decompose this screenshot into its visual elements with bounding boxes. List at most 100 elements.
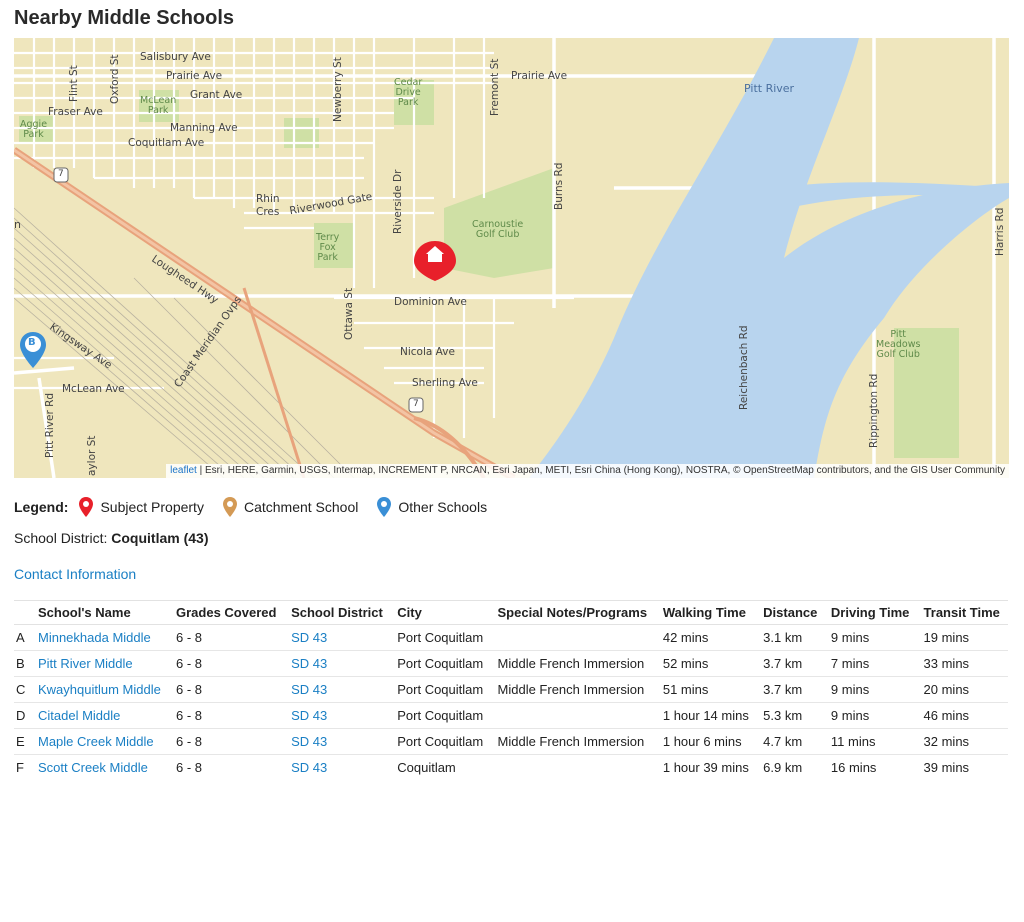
legend-subject-label: Subject Property [100,499,204,515]
city: Port Coquitlam [391,624,492,651]
row-index: A [14,624,32,651]
map-label-street: Burns Rd [553,162,565,210]
map-label-street: Rhin [256,193,280,205]
map-label-street: Flint St [68,65,80,102]
walking-time: 42 mins [656,624,758,651]
map-label-street: Fraser Ave [48,106,103,118]
school-name-link[interactable]: Kwayhquitlum Middle [32,676,170,703]
table-row: F Scott Creek Middle 6 - 8 SD 43 Coquitlam 1 … [14,755,1008,781]
map-label-street: Riverside Dr [392,169,404,234]
map-label-street: Oxford St [109,54,121,104]
map-label-highway: 7 [413,399,419,409]
distance: 4.7 km [757,728,825,755]
other-school-marker-icon [377,497,392,517]
row-index: E [14,728,32,755]
map-label-street: Dominion Ave [394,296,467,308]
map-label-street: Manning Ave [170,122,238,134]
map-label-street: n [14,218,21,231]
transit-time: 46 mins [917,702,1008,729]
map-label-street: Coquitlam Ave [128,137,205,149]
walking-time: 52 mins [656,650,758,677]
school-marker-b-label[interactable]: B [28,337,36,348]
walking-time: 1 hour 14 mins [656,702,758,729]
transit-time: 32 mins [917,728,1008,755]
col-school-name: School's Name [32,600,170,625]
col-walking: Walking Time [656,600,758,625]
transit-time: 33 mins [917,650,1008,677]
school-name-link[interactable]: Minnekhada Middle [32,624,170,651]
map-label-street: Reichenbach Rd [738,325,750,410]
page: Nearby Middle Schools Salisbury Ave Prai… [0,0,1024,781]
special-notes [491,624,657,651]
grades-covered: 6 - 8 [170,728,286,755]
col-city: City [391,600,492,625]
schools-table: School's Name Grades Covered School Dist… [14,600,1008,781]
map-label-street: Prairie Ave [166,70,223,82]
school-district-link[interactable]: SD 43 [285,702,392,729]
col-notes: Special Notes/Programs [491,600,657,625]
attribution-text: | Esri, HERE, Garmin, USGS, Intermap, IN… [196,465,1005,476]
school-name-link[interactable]: Scott Creek Middle [32,755,170,781]
map-label-street: Salisbury Ave [140,51,211,63]
school-district-link[interactable]: SD 43 [285,624,392,651]
driving-time: 9 mins [824,624,918,651]
table-row: C Kwayhquitlum Middle 6 - 8 SD 43 Port Coqui… [14,676,1008,703]
grades-covered: 6 - 8 [170,676,286,703]
map-label-park: Cedar Drive Park [394,77,423,108]
grades-covered: 6 - 8 [170,650,286,677]
school-name-link[interactable]: Maple Creek Middle [32,728,170,755]
map-label-park: Aggie Park [20,119,48,140]
school-name-link[interactable]: Citadel Middle [32,702,170,729]
table-row: D Citadel Middle 6 - 8 SD 43 Port Coquitlam 1… [14,702,1008,729]
map-label-park: Terry Fox Park [316,232,340,263]
grades-covered: 6 - 8 [176,760,203,776]
map-label-street: Ottawa St [343,287,355,340]
map-label-park: Carnoustie Golf Club [472,219,524,240]
map[interactable]: Salisbury Ave Prairie Ave Prairie Ave Gr… [14,38,1009,478]
school-district-link[interactable]: SD 43 [285,650,392,677]
leaflet-link[interactable]: leaflet [170,465,197,476]
map-label-water: Pitt River [744,82,795,95]
special-notes: Middle French Immersion [491,650,657,677]
map-label-street: Harris Rd [994,207,1006,256]
table-row: A Minnekhada Middle 6 - 8 SD 43 Port Coquitl… [14,624,1008,651]
school-district-link[interactable]: SD 43 [285,728,392,755]
distance: 6.9 km [763,760,803,776]
driving-time: 7 mins [824,650,918,677]
city: Port Coquitlam [391,650,492,677]
map-label-street: Sherling Ave [412,377,478,389]
driving-time: 9 mins [824,702,918,729]
city: Port Coquitlam [391,702,492,729]
map-label-street: Pitt River Rd [44,392,56,458]
special-notes [492,755,657,781]
legend-other-label: Other Schools [398,499,488,515]
school-district-link[interactable]: SD 43 [285,755,391,781]
col-grades: Grades Covered [170,600,286,625]
legend: Legend: Subject Property Catchment Schoo… [14,496,1010,518]
map-label-street: aylor St [86,435,98,476]
col-driving: Driving Time [824,600,918,625]
map-label-street: Prairie Ave [511,70,568,82]
walking-time: 1 hour 39 mins [662,760,749,776]
special-notes: Middle French Immersion [491,676,657,703]
transit-time: 19 mins [917,624,1008,651]
driving-time: 11 mins [824,728,918,755]
transit-time: 39 mins [923,760,970,776]
row-index: F [16,760,24,776]
school-district-link[interactable]: SD 43 [285,676,392,703]
legend-item-other: Other Schools [376,496,487,518]
contact-information-link[interactable]: Contact Information [14,566,1010,584]
driving-time: 9 mins [824,676,918,703]
map-label-street: Rippington Rd [868,373,880,448]
school-district-value: Coquitlam (43) [111,530,209,546]
school-name-link[interactable]: Pitt River Middle [32,650,170,677]
legend-item-catchment: Catchment School [222,496,358,518]
map-label-highway: 7 [58,169,64,179]
city: Coquitlam [397,760,456,776]
col-transit: Transit Time [917,600,1008,625]
map-label-street: Grant Ave [190,89,243,101]
driving-time: 16 mins [830,760,877,776]
table-row: E Maple Creek Middle 6 - 8 SD 43 Port Coquit… [14,728,1008,755]
subject-marker-icon [79,497,94,517]
col-index [14,600,32,625]
